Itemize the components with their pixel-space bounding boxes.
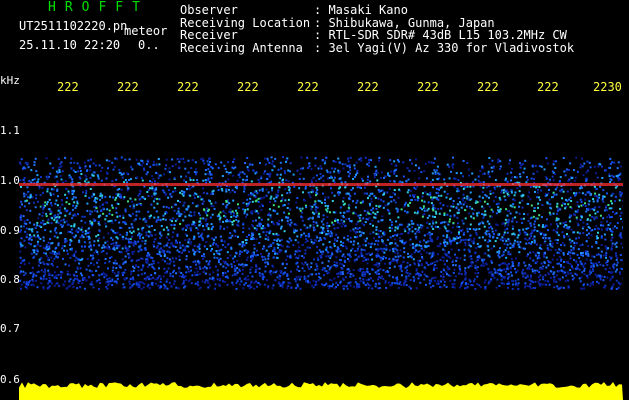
x-tick-label: 222 [537,80,559,94]
x-tick-label: 222 [357,80,379,94]
y-tick-label: 0.6 [0,373,20,386]
filename-label: UT2511102220.pn [19,19,128,33]
y-tick-label: 0.8 [0,273,20,286]
info-label: Receiver [180,28,238,42]
spectrogram-canvas [19,156,623,400]
y-tick-label: 0.9 [0,224,20,237]
app-logo: HROFFT [48,0,149,15]
value-label: 0.. [138,38,160,52]
datetime-label: 25.11.10 22:20 [19,38,121,52]
y-axis-unit: kHz [0,74,20,87]
spectrogram-plot [19,98,623,400]
info-value: : 3el Yagi(V) Az 330 for Vladivostok [314,40,575,55]
x-tick-label: 222 [297,80,319,94]
y-tick-label: 1.0 [0,174,20,187]
x-tick-label: 222 [477,80,499,94]
x-tick-label: 222 [117,80,139,94]
info-label: Receiving Antenna [180,40,303,55]
x-tick-label: 222 [417,80,439,94]
x-tick-label: 222 [57,80,79,94]
y-tick-label: 1.1 [0,124,20,137]
info-row-antenna: Receiving Antenna : 3el Yagi(V) Az 330 fo… [180,40,575,55]
header: HROFFT UT2511102220.pn meteor 25.11.10 2… [0,0,629,70]
info-label: Observer [180,3,238,17]
x-tick-label: 2230 [593,80,622,94]
file-type-label: meteor [124,24,168,38]
x-tick-label: 222 [177,80,199,94]
info-panel: Observer: Masaki Kano Receiving Location… [180,4,574,54]
x-tick-label: 222 [237,80,259,94]
y-tick-label: 0.7 [0,322,20,335]
